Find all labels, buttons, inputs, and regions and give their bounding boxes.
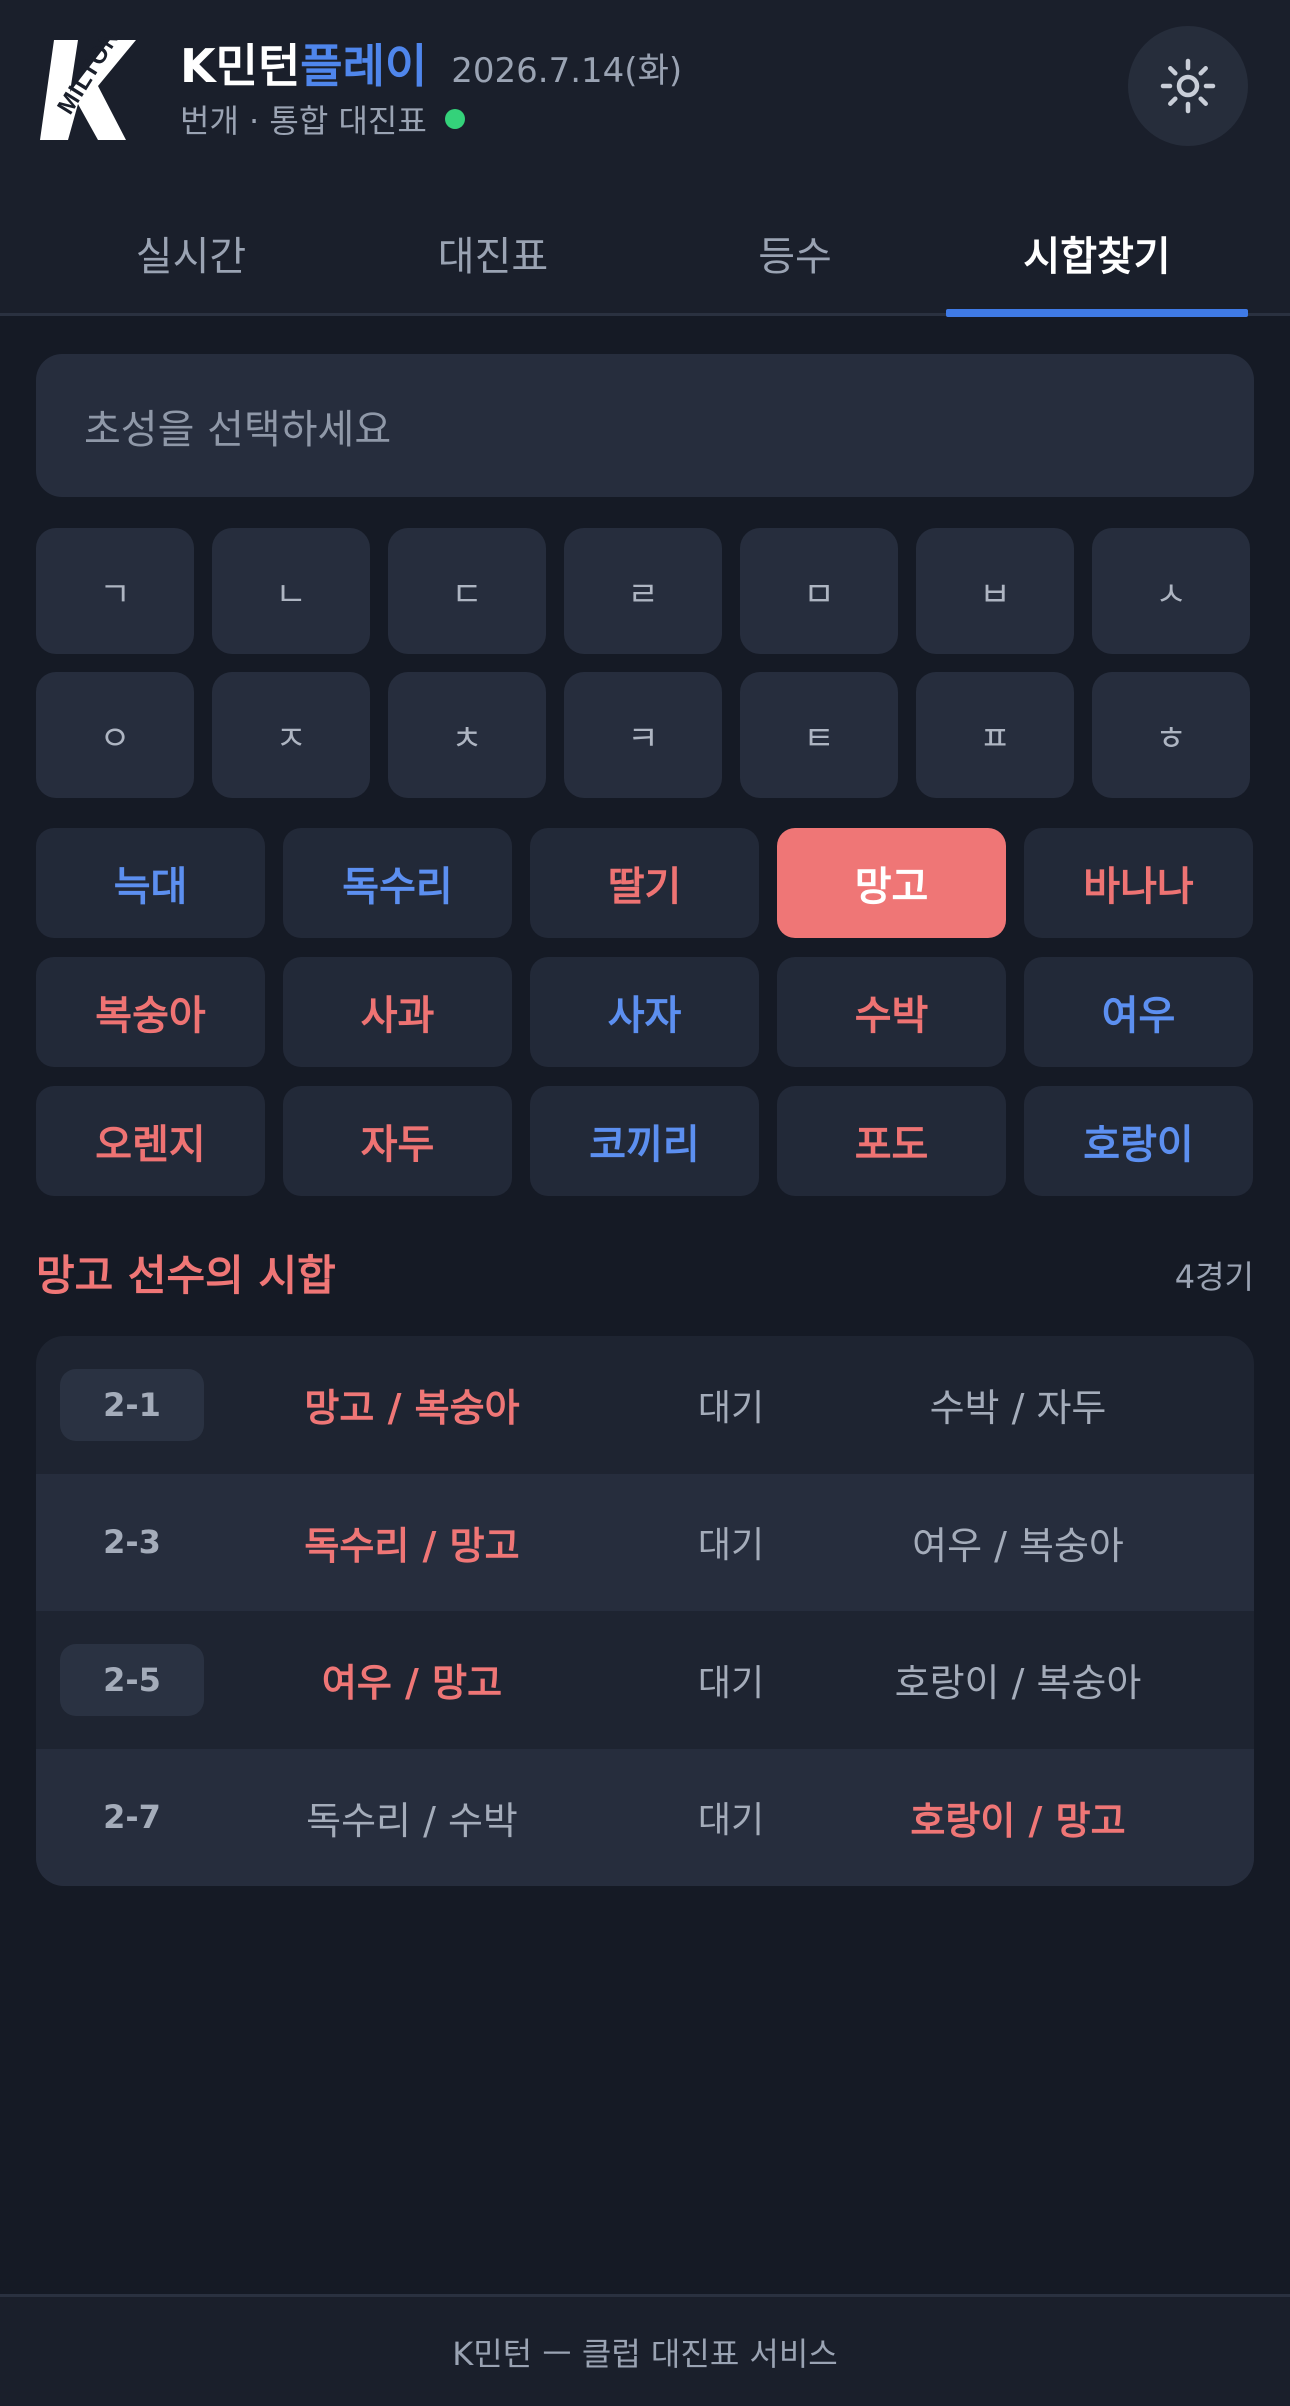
match-row[interactable]: 2-3 독수리 / 망고 대기 여우 / 복숭아 bbox=[36, 1473, 1254, 1611]
team-b: 수박 / 자두 bbox=[929, 1386, 1107, 1431]
team-b: 호랑이 / 복숭아 bbox=[894, 1661, 1142, 1706]
chosung-key[interactable]: ㅇ bbox=[36, 672, 194, 798]
player-button[interactable]: 호랑이 bbox=[1024, 1086, 1253, 1196]
header: MILTON K민턴 플레이 2026.7.14(화) 번개 · 통합 대진표 bbox=[0, 0, 1290, 317]
chosung-key[interactable]: ㅍ bbox=[916, 672, 1074, 798]
chosung-key[interactable]: ㄹ bbox=[564, 528, 722, 654]
chosung-key[interactable]: ㅎ bbox=[1092, 672, 1250, 798]
match-list: 2-1 망고 / 복숭아 대기 수박 / 자두 2-3 독수리 / 망고 대기 여우 / 복숭… bbox=[36, 1336, 1254, 1886]
match-status: 대기 bbox=[697, 1662, 765, 1704]
tab-ranking[interactable]: 등수 bbox=[644, 190, 946, 316]
team-a: 독수리 / 수박 bbox=[306, 1798, 518, 1843]
results-title: 망고 선수의 시합 bbox=[36, 1251, 336, 1300]
court-badge: 2-5 bbox=[60, 1643, 204, 1716]
player-button[interactable]: 수박 bbox=[777, 957, 1006, 1067]
player-button[interactable]: 여우 bbox=[1024, 957, 1253, 1067]
team-a: 망고 / 복숭아 bbox=[304, 1386, 520, 1431]
team-a: 여우 / 망고 bbox=[321, 1661, 503, 1706]
player-button[interactable]: 망고 bbox=[777, 828, 1006, 938]
match-row[interactable]: 2-5 여우 / 망고 대기 호랑이 / 복숭아 bbox=[36, 1611, 1254, 1749]
main-tabs: 실시간 대진표 등수 시합찾기 bbox=[40, 190, 1248, 317]
chosung-search-field[interactable]: 초성을 선택하세요 bbox=[36, 354, 1254, 497]
team-b: 여우 / 복숭아 bbox=[912, 1523, 1124, 1568]
player-button[interactable]: 바나나 bbox=[1024, 828, 1253, 938]
event-subtitle-row: 번개 · 통합 대진표 bbox=[180, 96, 465, 142]
chosung-key[interactable]: ㅂ bbox=[916, 528, 1074, 654]
footer-text: K민턴 ㅡ 클럽 대진표 서비스 bbox=[452, 2334, 838, 2373]
match-status: 대기 bbox=[697, 1387, 765, 1429]
live-status-dot bbox=[444, 109, 465, 129]
chosung-key[interactable]: ㄴ bbox=[212, 528, 370, 654]
chosung-key[interactable]: ㄷ bbox=[388, 528, 546, 654]
chosung-key[interactable]: ㅈ bbox=[212, 672, 370, 798]
event-date: 2026.7.14(화) bbox=[451, 51, 683, 91]
player-button[interactable]: 딸기 bbox=[530, 828, 759, 938]
player-button[interactable]: 사과 bbox=[283, 957, 512, 1067]
chosung-key[interactable]: ㅊ bbox=[388, 672, 546, 798]
search-placeholder: 초성을 선택하세요 bbox=[84, 406, 392, 453]
player-button[interactable]: 코끼리 bbox=[530, 1086, 759, 1196]
chosung-key[interactable]: ㅋ bbox=[564, 672, 722, 798]
court-badge: 2-7 bbox=[103, 1798, 161, 1837]
player-button[interactable]: 독수리 bbox=[283, 828, 512, 938]
brand: K민턴 플레이 2026.7.14(화) bbox=[180, 30, 682, 100]
team-a: 독수리 / 망고 bbox=[304, 1523, 520, 1568]
court-badge: 2-1 bbox=[60, 1368, 204, 1441]
chosung-keypad: ㄱㄴㄷㄹㅁㅂㅅㅇㅈㅊㅋㅌㅍㅎ bbox=[36, 528, 1254, 798]
tab-live[interactable]: 실시간 bbox=[40, 190, 342, 316]
chosung-key[interactable]: ㅁ bbox=[740, 528, 898, 654]
milton-logo: MILTON bbox=[40, 34, 136, 140]
gear-icon bbox=[1160, 58, 1216, 114]
match-status: 대기 bbox=[697, 1525, 765, 1567]
event-subtitle: 번개 · 통합 대진표 bbox=[180, 102, 427, 140]
settings-button[interactable] bbox=[1128, 26, 1248, 146]
tab-match-finder[interactable]: 시합찾기 bbox=[946, 190, 1248, 317]
chosung-key[interactable]: ㅅ bbox=[1092, 528, 1250, 654]
tab-bracket[interactable]: 대진표 bbox=[342, 190, 644, 316]
brand-play: 플레이 bbox=[300, 39, 428, 93]
results-count: 4경기 bbox=[1174, 1258, 1254, 1296]
player-list: 늑대 독수리 딸기 망고 바나나복숭아 사과 사자 수박 여우오렌지 자두 코끼리 포도 호랑이 bbox=[36, 828, 1254, 1196]
app-root: MILTON K민턴 플레이 2026.7.14(화) 번개 · 통합 대진표 bbox=[0, 0, 1290, 2406]
player-button[interactable]: 사자 bbox=[530, 957, 759, 1067]
chosung-key[interactable]: ㄱ bbox=[36, 528, 194, 654]
player-button[interactable]: 포도 bbox=[777, 1086, 1006, 1196]
match-status: 대기 bbox=[697, 1800, 765, 1842]
court-badge: 2-3 bbox=[103, 1523, 161, 1562]
player-button[interactable]: 늑대 bbox=[36, 828, 265, 938]
match-row[interactable]: 2-1 망고 / 복숭아 대기 수박 / 자두 bbox=[36, 1336, 1254, 1474]
player-button[interactable]: 오렌지 bbox=[36, 1086, 265, 1196]
brand-name: K민턴 bbox=[180, 39, 301, 93]
chosung-key[interactable]: ㅌ bbox=[740, 672, 898, 798]
match-row[interactable]: 2-7 독수리 / 수박 대기 호랑이 / 망고 bbox=[36, 1748, 1254, 1886]
footer: K민턴 ㅡ 클럽 대진표 서비스 bbox=[0, 2294, 1290, 2406]
player-button[interactable]: 복숭아 bbox=[36, 957, 265, 1067]
player-button[interactable]: 자두 bbox=[283, 1086, 512, 1196]
team-b: 호랑이 / 망고 bbox=[910, 1798, 1126, 1843]
